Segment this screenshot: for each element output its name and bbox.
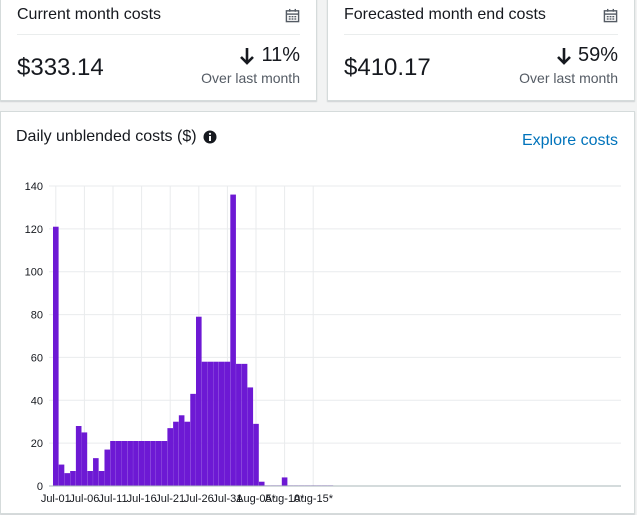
arrow-down-icon bbox=[557, 47, 571, 65]
bar bbox=[110, 441, 116, 486]
bar bbox=[173, 421, 179, 486]
bar bbox=[196, 316, 202, 486]
change-caption: Over last month bbox=[201, 70, 300, 86]
arrow-down-icon bbox=[240, 47, 255, 65]
bar bbox=[115, 441, 122, 486]
bar bbox=[218, 361, 225, 486]
x-tick-label: Jul-16 bbox=[127, 493, 157, 505]
bar bbox=[201, 361, 208, 486]
y-tick-label: 80 bbox=[31, 310, 43, 322]
bar bbox=[167, 428, 173, 486]
x-tick-label: Jul-26 bbox=[184, 493, 214, 505]
x-tick-label: Aug-15* bbox=[293, 493, 333, 505]
bar bbox=[241, 363, 248, 486]
bar bbox=[70, 471, 76, 486]
bar bbox=[161, 441, 168, 486]
bar bbox=[75, 426, 82, 486]
bar bbox=[93, 458, 99, 486]
bar bbox=[133, 441, 139, 486]
bar bbox=[224, 361, 231, 486]
card-title: Current month costs bbox=[17, 6, 162, 23]
change-caption: Over last month bbox=[519, 70, 618, 86]
x-tick-label: Jul-11 bbox=[98, 493, 127, 505]
bar bbox=[58, 464, 65, 486]
bar bbox=[127, 441, 133, 486]
current-month-cost-value: $333.14 bbox=[17, 54, 104, 81]
x-tick-label: Jul-01 bbox=[41, 493, 71, 505]
daily-costs-bar-chart: 020406080100120140Jul-01Jul-06 Jul-11 Jul-… bbox=[25, 181, 621, 505]
daily-costs-chart-card: Daily unblended costs ($) Explore costs … bbox=[0, 111, 635, 514]
calendar-icon bbox=[603, 8, 618, 23]
y-tick-label: 40 bbox=[31, 395, 43, 407]
calendar-icon bbox=[285, 8, 300, 23]
bar bbox=[98, 471, 105, 486]
bar bbox=[53, 226, 59, 486]
bar bbox=[281, 477, 288, 486]
bar bbox=[213, 361, 219, 486]
bar bbox=[207, 361, 214, 486]
y-tick-label: 0 bbox=[37, 481, 43, 493]
x-tick-label: Jul-21 bbox=[155, 493, 185, 505]
bar bbox=[247, 387, 254, 486]
card-title: Forecasted month end costs bbox=[344, 6, 546, 23]
y-tick-label: 20 bbox=[31, 438, 43, 450]
divider bbox=[344, 34, 618, 35]
divider bbox=[17, 34, 300, 35]
x-tick-label: Jul-06 bbox=[69, 493, 99, 505]
bar bbox=[230, 194, 236, 487]
y-tick-label: 60 bbox=[31, 352, 43, 364]
forecasted-month-end-costs-card: Forecasted month end costs $410.17 59% O… bbox=[327, 0, 635, 101]
bar bbox=[104, 449, 111, 486]
bar bbox=[190, 393, 196, 486]
change-indicator: 59% bbox=[556, 44, 618, 67]
bar bbox=[144, 441, 151, 486]
bar bbox=[258, 481, 265, 486]
bar bbox=[184, 421, 191, 486]
bar bbox=[253, 423, 259, 486]
bar bbox=[121, 441, 128, 486]
change-percent: 11% bbox=[261, 44, 300, 66]
bar bbox=[138, 441, 145, 486]
change-percent: 59% bbox=[577, 44, 618, 66]
bar bbox=[81, 432, 88, 486]
y-tick-label: 140 bbox=[25, 181, 43, 193]
bar bbox=[178, 415, 185, 486]
bar bbox=[64, 473, 71, 486]
y-tick-label: 100 bbox=[25, 267, 43, 279]
bar bbox=[155, 441, 162, 486]
bar bbox=[150, 441, 156, 486]
y-tick-label: 120 bbox=[25, 224, 43, 236]
forecast-cost-value: $410.17 bbox=[344, 54, 431, 81]
current-month-costs-card: Current month costs $333.14 11% Over las… bbox=[0, 0, 317, 101]
bar bbox=[236, 363, 242, 486]
change-indicator: 11% bbox=[239, 44, 300, 67]
bar bbox=[87, 471, 93, 486]
